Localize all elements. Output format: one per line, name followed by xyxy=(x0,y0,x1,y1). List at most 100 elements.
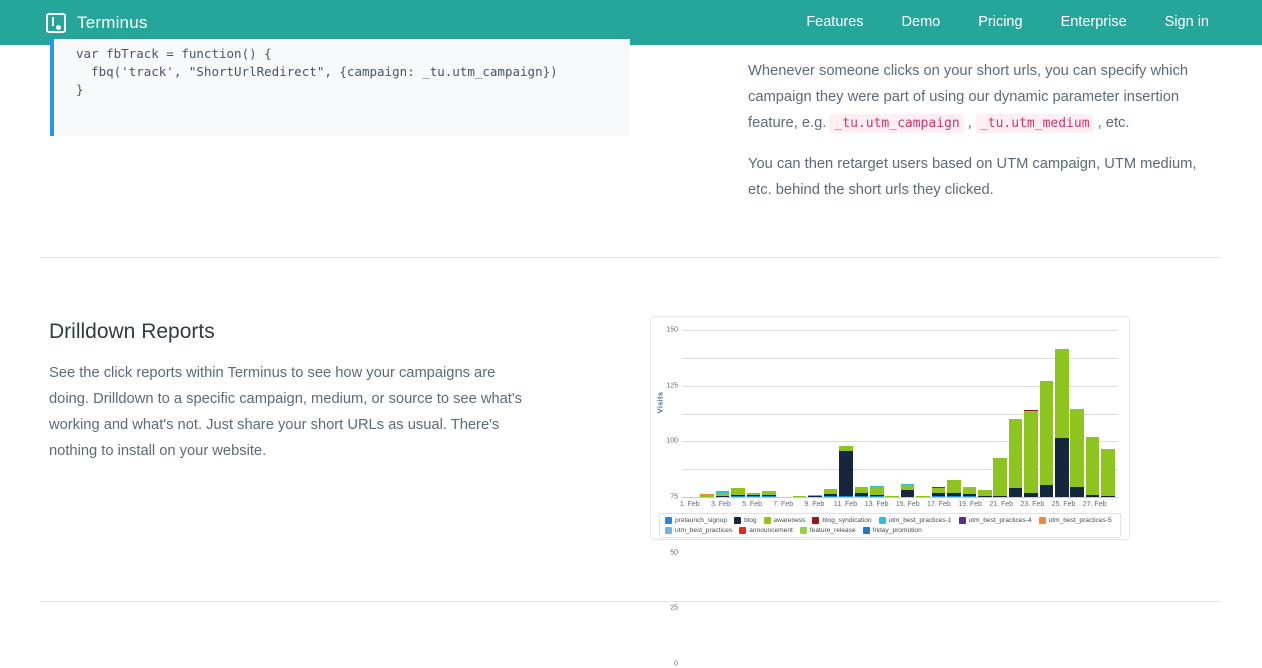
chart-legend-item[interactable]: awareness xyxy=(764,517,806,524)
chart-bar-segment xyxy=(1040,485,1054,497)
chart-bar-slot[interactable] xyxy=(730,330,745,497)
chart-x-tick-label: 3. Feb xyxy=(711,501,731,508)
brand-name: Terminus xyxy=(77,13,148,33)
chart-legend-label: announcement xyxy=(749,527,793,534)
chart-bar[interactable] xyxy=(1070,409,1084,497)
chart-bar-segment xyxy=(916,496,930,497)
chart-bar-segment xyxy=(993,458,1007,496)
chart-bar[interactable] xyxy=(993,458,1007,497)
chart-bar-segment xyxy=(731,496,745,497)
chart-bar-segment xyxy=(855,496,869,497)
code-line: fbq('track', "ShortUrlRedirect", {campai… xyxy=(76,64,558,79)
code-snippet-block: var fbTrack = function() { fbq('track', … xyxy=(50,39,630,136)
chart-legend-swatch xyxy=(665,527,672,534)
chart-bar-slot[interactable] xyxy=(777,330,792,497)
chart-bar[interactable] xyxy=(885,496,899,497)
chart-bar[interactable] xyxy=(1040,381,1054,497)
chart-bar-slot[interactable] xyxy=(1085,330,1100,497)
chart-bar-slot[interactable] xyxy=(746,330,761,497)
chart-bar[interactable] xyxy=(963,487,977,497)
chart-bar[interactable] xyxy=(1086,437,1100,497)
brand-logo-link[interactable]: Terminus xyxy=(46,13,148,33)
chart-bar-segment xyxy=(947,480,961,492)
chart-bar-slot[interactable] xyxy=(1054,330,1069,497)
chart-bar-slot[interactable] xyxy=(962,330,977,497)
chart-bar[interactable] xyxy=(1024,410,1038,497)
code-snippet-text: var fbTrack = function() { fbq('track', … xyxy=(54,39,630,99)
chart-bar-slot[interactable] xyxy=(1039,330,1054,497)
chart-bar-segment xyxy=(963,496,977,497)
chart-bar[interactable] xyxy=(747,493,761,497)
chart-bar-slot[interactable] xyxy=(1070,330,1085,497)
chart-legend-label: blog_syndication xyxy=(822,517,871,524)
chart-plot-area: 0255075100125150 xyxy=(682,330,1118,497)
chart-legend-item[interactable]: friday_promotion xyxy=(863,527,922,534)
chart-bar[interactable] xyxy=(916,496,930,497)
chart-bar-slot[interactable] xyxy=(931,330,946,497)
chart-legend-swatch xyxy=(665,517,672,524)
chart-x-tick-label: 25. Feb xyxy=(1052,501,1076,508)
chart-legend-item[interactable]: feature_release xyxy=(800,527,856,534)
chart-bar[interactable] xyxy=(731,488,745,497)
chart-bar[interactable] xyxy=(978,490,992,497)
chart-bar-slot[interactable] xyxy=(1008,330,1023,497)
chart-legend-item[interactable]: prelaunch_signup xyxy=(665,517,727,524)
code-line: var fbTrack = function() { xyxy=(76,46,272,61)
chart-bar[interactable] xyxy=(901,484,915,497)
chart-bar[interactable] xyxy=(1055,349,1069,497)
chart-legend-label: utm_best_practices xyxy=(675,527,732,534)
chart-bar-slot[interactable] xyxy=(854,330,869,497)
chart-bar[interactable] xyxy=(793,496,807,497)
chart-bar[interactable] xyxy=(716,491,730,497)
chart-bar-slot[interactable] xyxy=(823,330,838,497)
chart-y-tick-label: 100 xyxy=(666,438,678,445)
chart-legend: prelaunch_signup blog awareness blog_syndic… xyxy=(659,513,1121,538)
chart-legend-item[interactable]: announcement xyxy=(739,527,793,534)
chart-bar-slot[interactable] xyxy=(684,330,699,497)
chart-bar[interactable] xyxy=(855,487,869,497)
chart-x-tick-label: 15. Feb xyxy=(896,501,920,508)
chart-y-tick-label: 150 xyxy=(666,327,678,334)
chart-bar-slot[interactable] xyxy=(915,330,930,497)
chart-bar-slot[interactable] xyxy=(900,330,915,497)
chart-legend-item[interactable]: utm_best_practices-4 xyxy=(959,517,1032,524)
chart-bar[interactable] xyxy=(839,446,853,497)
chart-bar-slot[interactable] xyxy=(792,330,807,497)
chart-legend-label: awareness xyxy=(774,517,806,524)
chart-bar-slot[interactable] xyxy=(807,330,822,497)
chart-bar-slot[interactable] xyxy=(946,330,961,497)
chart-bar[interactable] xyxy=(1101,449,1115,497)
chart-y-tick-label: 25 xyxy=(670,605,678,612)
chart-bar-slot[interactable] xyxy=(761,330,776,497)
chart-legend-item[interactable]: blog xyxy=(734,517,756,524)
chart-bar-slot[interactable] xyxy=(838,330,853,497)
chart-bar-segment xyxy=(793,496,807,497)
drilldown-body: See the click reports within Terminus to… xyxy=(49,360,529,464)
code-utm-medium: _tu.utm_medium xyxy=(976,114,1094,133)
chart-bar[interactable] xyxy=(1009,419,1023,497)
chart-bar[interactable] xyxy=(870,486,884,497)
chart-bar[interactable] xyxy=(947,480,961,497)
chart-bar[interactable] xyxy=(824,489,838,497)
chart-bar[interactable] xyxy=(700,494,714,497)
chart-bar[interactable] xyxy=(808,495,822,497)
chart-legend-item[interactable]: utm_best_practices xyxy=(665,527,732,534)
chart-bar-slot[interactable] xyxy=(869,330,884,497)
chart-bar[interactable] xyxy=(762,491,776,497)
chart-legend-item[interactable]: blog_syndication xyxy=(812,517,871,524)
chart-bar-slot[interactable] xyxy=(884,330,899,497)
chart-bar-slot[interactable] xyxy=(1023,330,1038,497)
chart-bar-slot[interactable] xyxy=(1100,330,1115,497)
chart-bar-slot[interactable] xyxy=(715,330,730,497)
chart-bar-slot[interactable] xyxy=(992,330,1007,497)
chart-legend-item[interactable]: utm_best_practices-1 xyxy=(879,517,952,524)
chart-x-tick-label: 5. Feb xyxy=(742,501,762,508)
chart-bar-slot[interactable] xyxy=(977,330,992,497)
chart-bar-segment xyxy=(870,496,884,497)
chart-legend-item[interactable]: utm_best_practices-5 xyxy=(1039,517,1112,524)
code-line: } xyxy=(76,82,84,97)
chart-bar-slot[interactable] xyxy=(699,330,714,497)
chart-bar-segment xyxy=(1009,419,1023,488)
drilldown-section: Drilldown Reports See the click reports … xyxy=(49,320,529,478)
chart-bar[interactable] xyxy=(932,487,946,497)
